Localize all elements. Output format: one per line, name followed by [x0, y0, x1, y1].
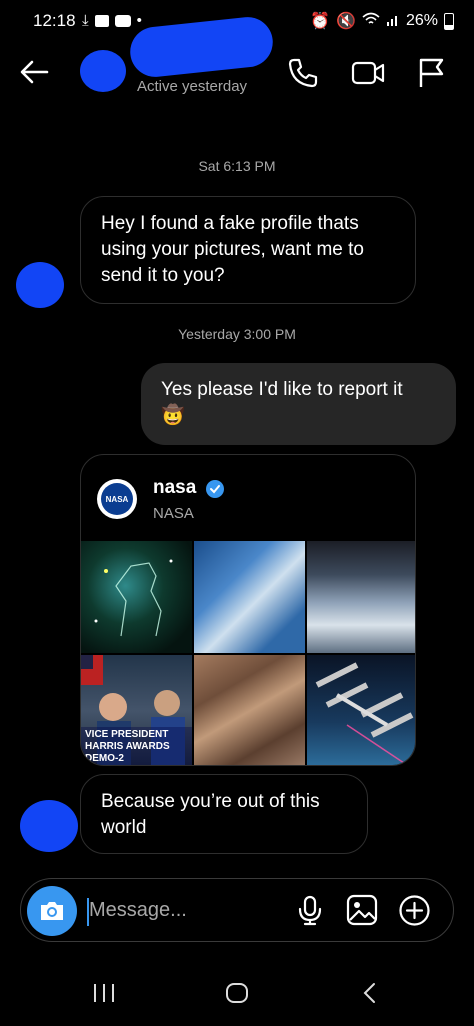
status-time: 12:18	[33, 11, 76, 30]
report-button[interactable]	[416, 56, 446, 95]
post-thumbnail[interactable]	[307, 655, 415, 765]
message-composer	[20, 878, 454, 942]
plus-circle-icon	[399, 895, 430, 926]
post-thumbnail[interactable]	[194, 655, 305, 765]
message-bubble-incoming[interactable]: Hey I found a fake profile thats using y…	[80, 196, 416, 304]
camera-icon	[41, 902, 63, 920]
message-text: Yes please I'd like to report it	[161, 379, 403, 400]
arrow-left-icon	[20, 60, 49, 84]
nasa-logo-text: NASA	[101, 483, 133, 515]
alarm-icon: ⏰	[310, 13, 331, 30]
message-bubble-incoming[interactable]: Because you’re out of this world	[80, 774, 368, 854]
post-thumbnail[interactable]: VICE PRESIDENT HARRIS AWARDS DEMO-2	[81, 655, 192, 765]
nasa-logo[interactable]: NASA	[97, 479, 137, 519]
post-thumbnail[interactable]	[81, 541, 192, 653]
recents-icon	[94, 984, 114, 1002]
dot-icon: •	[136, 12, 142, 29]
shared-post-card[interactable]: NASA nasa NASA VICE PRESIDENT HARRIS AWA…	[80, 454, 416, 766]
download-icon: ⤓	[82, 12, 89, 29]
status-right: ⏰ 🔇 26%	[310, 11, 454, 31]
wifi-icon	[362, 12, 380, 31]
cowboy-emoji: 🤠	[161, 405, 185, 426]
timestamp: Sat 6:13 PM	[198, 158, 276, 174]
voice-message-button[interactable]	[296, 894, 324, 931]
post-username[interactable]: nasa	[153, 477, 196, 499]
post-thumbnail[interactable]	[307, 541, 415, 653]
battery-icon	[444, 12, 454, 30]
status-notification-icons: ⤓ •	[82, 12, 142, 29]
chevron-left-icon	[363, 983, 375, 1003]
battery-percent: 26%	[405, 12, 438, 29]
verified-badge-icon	[205, 479, 225, 504]
tile-caption: VICE PRESIDENT HARRIS AWARDS DEMO-2	[81, 727, 192, 765]
mute-icon: 🔇	[336, 13, 356, 30]
message-text: Because you’re out of this world	[101, 791, 320, 838]
recents-button[interactable]	[92, 980, 116, 1011]
redacted-name	[127, 14, 276, 80]
video-call-button[interactable]	[350, 56, 386, 95]
timestamp: Yesterday 3:00 PM	[178, 326, 296, 342]
message-bubble-outgoing[interactable]: Yes please I'd like to report it 🤠	[141, 363, 456, 445]
post-image-grid[interactable]: VICE PRESIDENT HARRIS AWARDS DEMO-2	[81, 541, 415, 765]
youtube-icon	[114, 14, 131, 27]
sender-avatar[interactable]	[20, 800, 78, 852]
godzilla-nebula-image	[94, 559, 173, 637]
video-camera-icon	[351, 61, 385, 85]
active-status: Active yesterday	[137, 78, 248, 95]
sender-avatar[interactable]	[16, 262, 64, 308]
flag-icon	[419, 58, 444, 87]
back-nav-button[interactable]	[360, 980, 380, 1011]
avatar[interactable]	[80, 50, 126, 92]
signal-icon	[386, 12, 400, 31]
message-input[interactable]: Message...	[89, 899, 187, 922]
post-display-name: NASA	[153, 505, 194, 522]
phone-icon	[288, 58, 318, 88]
call-button[interactable]	[286, 56, 320, 95]
mail-icon	[94, 14, 109, 27]
gallery-button[interactable]	[346, 894, 378, 931]
post-thumbnail[interactable]	[194, 541, 305, 653]
space-station-image	[315, 662, 414, 765]
home-button[interactable]	[224, 980, 250, 1011]
image-icon	[346, 894, 378, 926]
camera-button[interactable]	[27, 886, 77, 936]
back-button[interactable]	[18, 56, 50, 93]
message-text: Hey I found a fake profile thats using y…	[101, 213, 364, 286]
microphone-icon	[298, 895, 322, 926]
more-options-button[interactable]	[398, 894, 431, 932]
home-icon	[226, 983, 248, 1003]
